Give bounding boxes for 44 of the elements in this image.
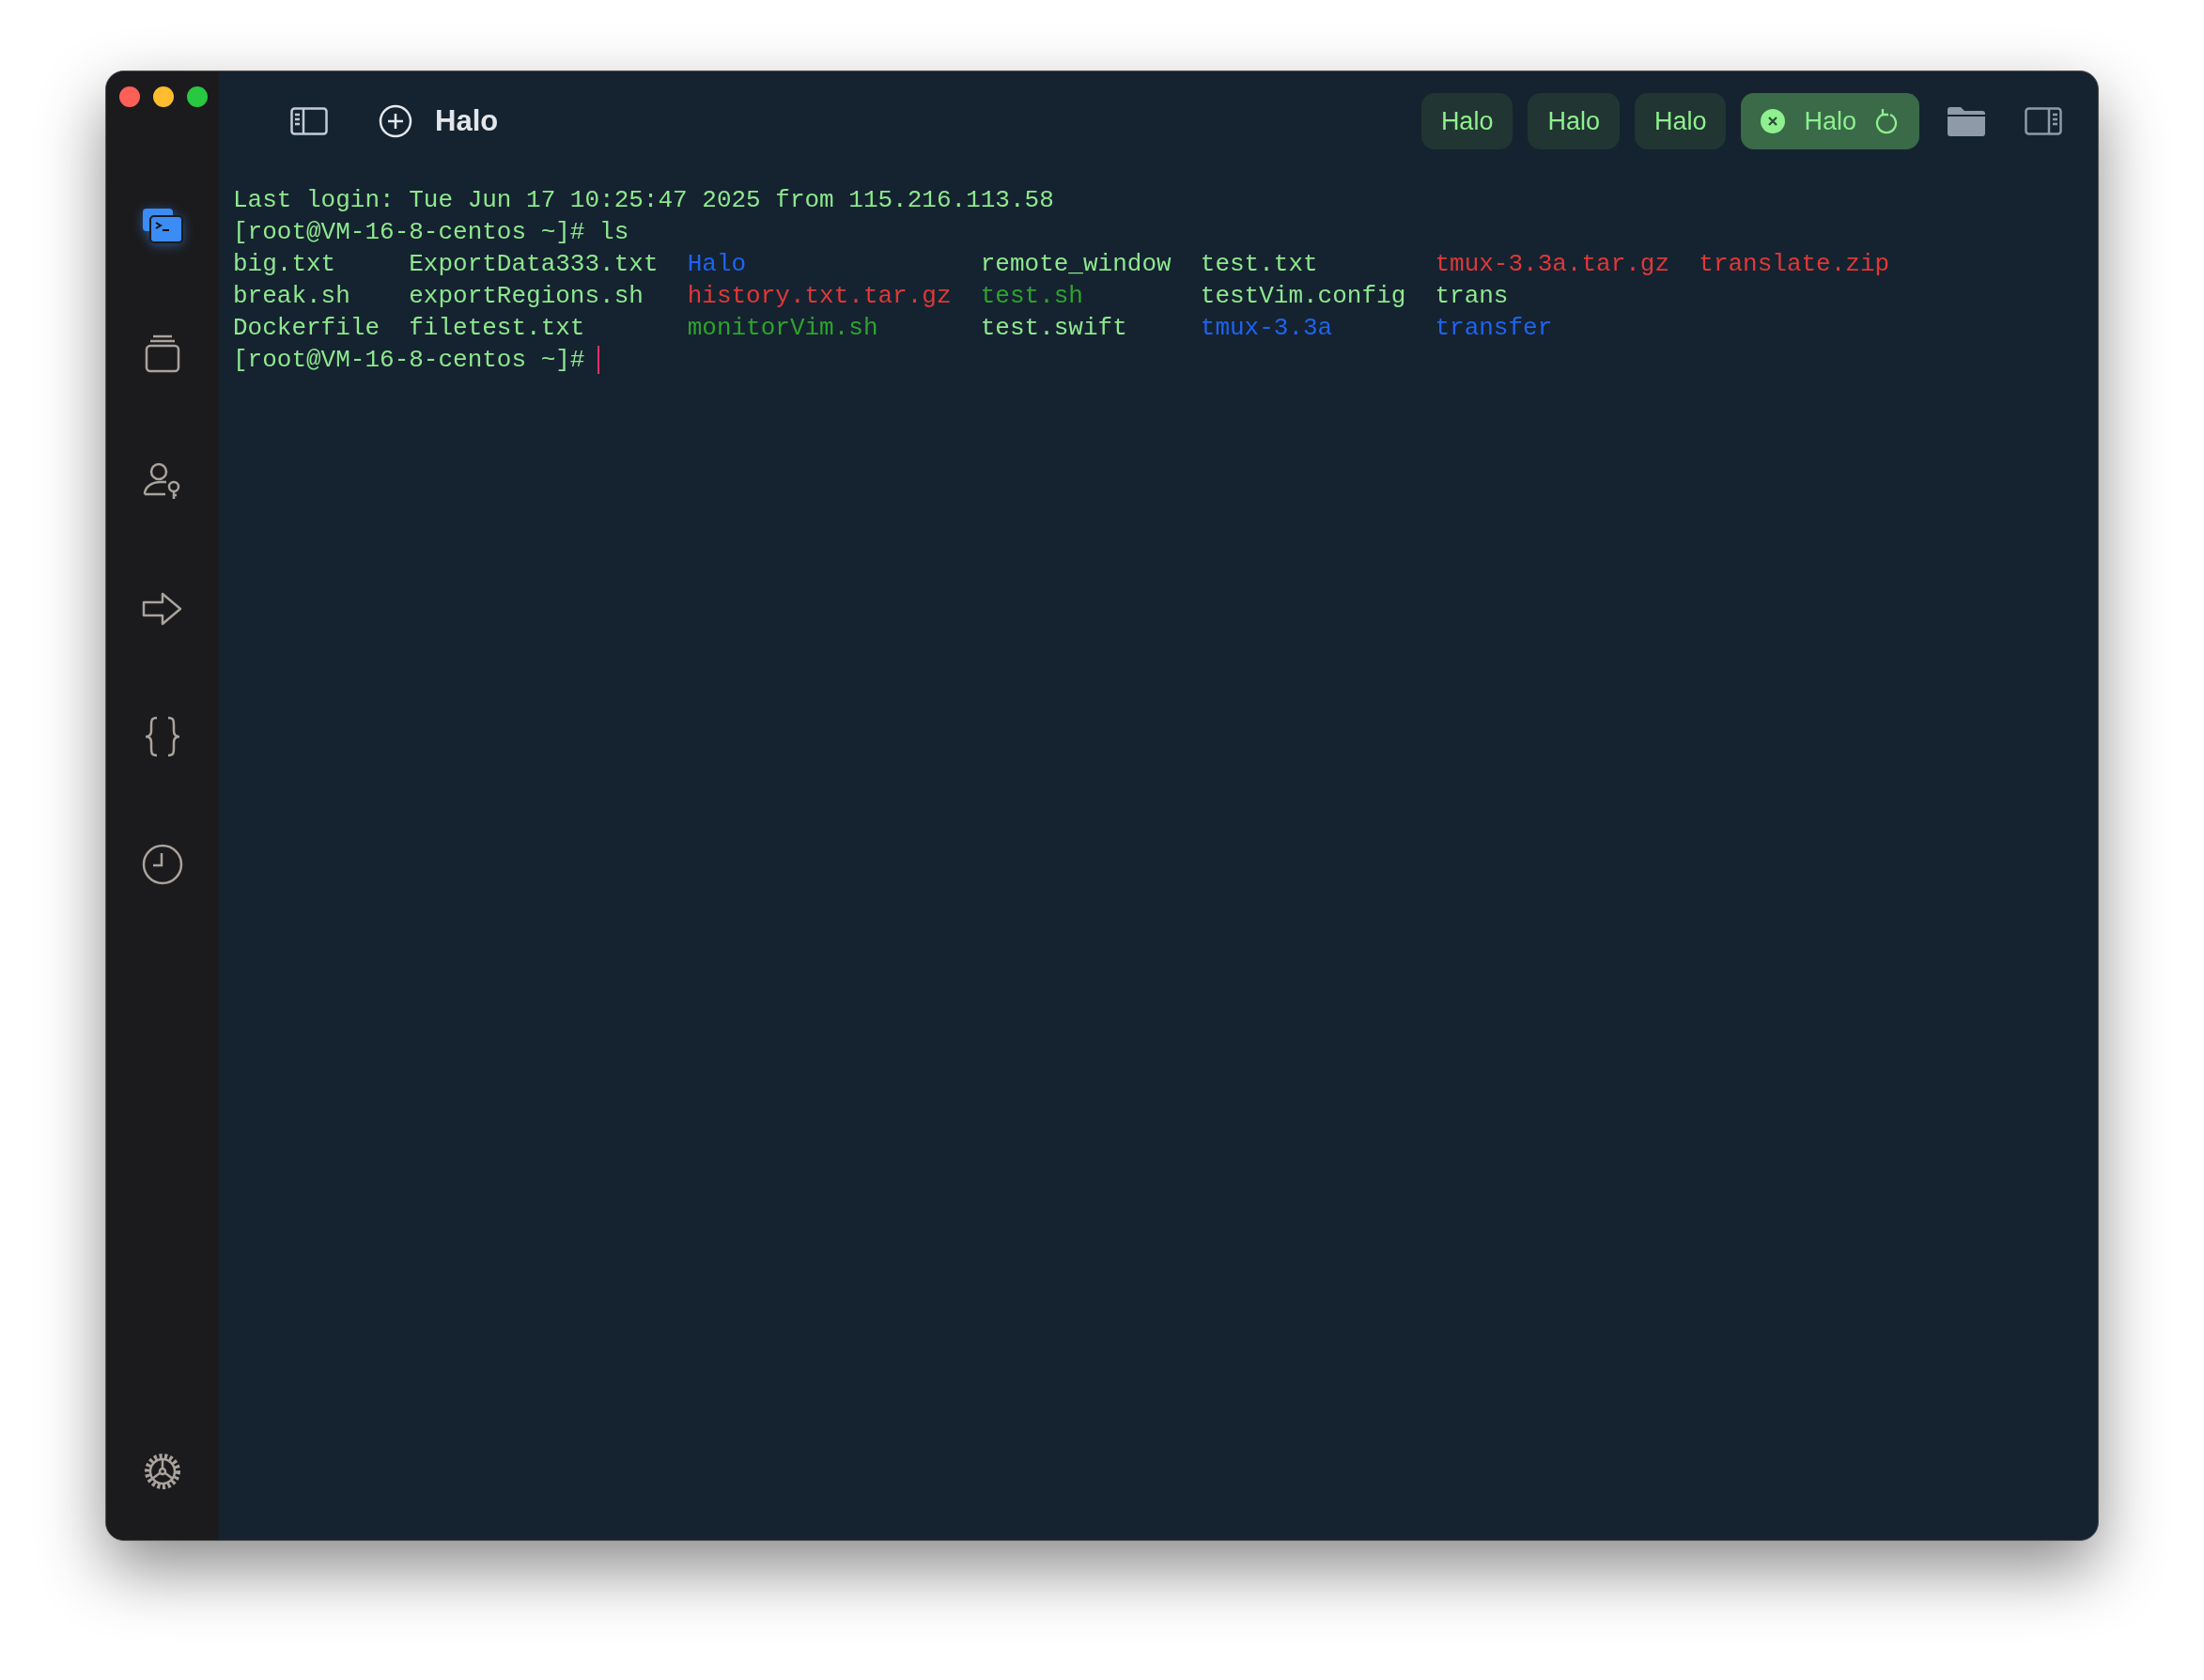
terminal-line: [root@VM-16-8-centos ~]# ls (233, 217, 629, 248)
file-name: tmux-3.3a (1200, 313, 1334, 344)
sidebar-toggle-icon[interactable] (290, 107, 328, 135)
file-name: monitorVim.sh (687, 313, 879, 344)
file-name: Dockerfile (233, 313, 380, 344)
tab[interactable]: Halo (1634, 93, 1727, 149)
settings-icon[interactable] (143, 1452, 182, 1491)
refresh-icon[interactable] (1875, 107, 1900, 135)
stack-icon[interactable] (144, 334, 181, 373)
window-title: Halo (435, 102, 499, 139)
clock-icon[interactable] (142, 844, 183, 885)
close-window-button[interactable] (119, 86, 140, 107)
file-name: test.swift (980, 313, 1128, 344)
tab[interactable]: Halo (1528, 93, 1620, 149)
file-name: history.txt.tar.gz (687, 281, 952, 312)
file-name: test.txt (1200, 249, 1319, 280)
file-name: translate.zip (1699, 249, 1890, 280)
arrow-right-icon[interactable] (142, 591, 183, 627)
file-name: ExportData333.txt (409, 249, 659, 280)
braces-icon[interactable] (144, 716, 181, 757)
file-name: testVim.config (1200, 281, 1406, 312)
minimize-window-button[interactable] (153, 86, 174, 107)
terminal-line: Last login: Tue Jun 17 10:25:47 2025 from 115.216.113.58 (233, 185, 1054, 216)
zoom-window-button[interactable] (187, 86, 208, 107)
file-name: big.txt (233, 249, 337, 280)
file-name: break.sh (233, 281, 351, 312)
file-name: tmux-3.3a.tar.gz (1435, 249, 1670, 280)
file-name: trans (1435, 281, 1510, 312)
file-name: filetest.txt (409, 313, 586, 344)
file-name: transfer (1435, 313, 1554, 344)
close-tab-icon[interactable] (1761, 109, 1786, 133)
folder-icon[interactable] (1948, 106, 1985, 136)
shell-prompt: [root@VM-16-8-centos ~]# (233, 345, 585, 376)
file-name: exportRegions.sh (409, 281, 644, 312)
tab[interactable]: Halo (1420, 93, 1513, 149)
terminal-windows-icon[interactable] (142, 208, 183, 243)
file-name: test.sh (980, 281, 1084, 312)
tab[interactable]: Halo (1741, 93, 1919, 149)
text-cursor (598, 346, 600, 374)
side-panel-icon[interactable] (2025, 107, 2062, 135)
file-name: Halo (687, 249, 748, 280)
user-key-icon[interactable] (143, 462, 182, 500)
file-name: remote_window (980, 249, 1172, 280)
new-tab-icon[interactable] (379, 104, 412, 138)
